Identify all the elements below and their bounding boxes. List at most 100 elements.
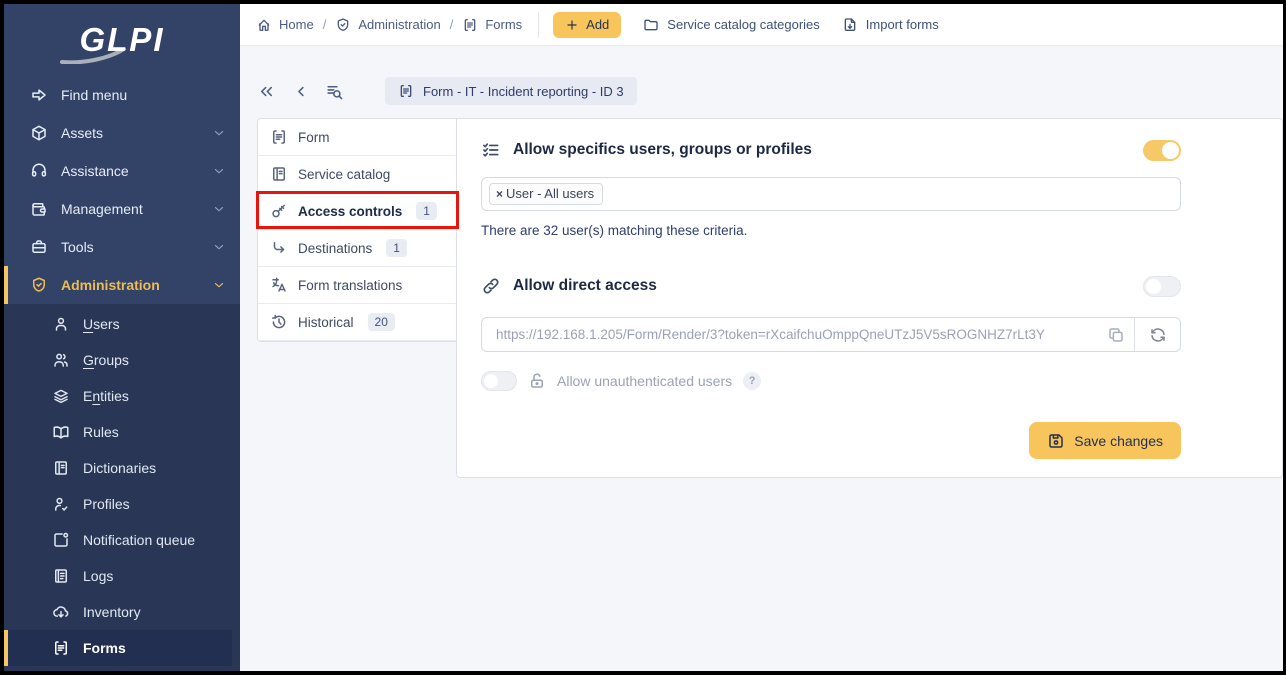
sidebar-item-users[interactable]: Users — [4, 306, 240, 342]
sidebar-item-groups[interactable]: Groups — [4, 342, 240, 378]
save-changes-button[interactable]: Save changes — [1029, 422, 1181, 459]
breadcrumb-label: Forms — [485, 17, 522, 32]
sidebar-item-label: Administration — [61, 277, 160, 293]
remove-tag-icon[interactable]: × — [496, 187, 503, 201]
object-toolbar: Form - IT - Incident reporting - ID 3 — [257, 77, 1283, 105]
breadcrumb-home[interactable]: Home — [256, 17, 314, 33]
service-catalog-categories-button[interactable]: Service catalog categories — [643, 17, 819, 33]
allow-specific-toggle[interactable] — [1143, 140, 1181, 161]
add-button[interactable]: Add — [553, 12, 621, 38]
box-icon — [30, 124, 48, 142]
sidebar-item-label: Find menu — [61, 87, 127, 103]
sidebar: GLPI Find menu Assets Assistance Managem… — [4, 4, 240, 671]
direct-access-toggle[interactable] — [1143, 276, 1181, 297]
previous-item-button[interactable] — [291, 82, 310, 101]
help-icon[interactable]: ? — [743, 372, 761, 390]
allow-unauthenticated-label: Allow unauthenticated users — [557, 373, 732, 389]
object-title-pill: Form - IT - Incident reporting - ID 3 — [385, 77, 637, 105]
sidebar-item-label: Forms — [83, 640, 126, 656]
tab-form[interactable]: Form — [258, 119, 456, 156]
sidebar-item-tools[interactable]: Tools — [4, 228, 240, 266]
book-icon — [52, 423, 70, 441]
layers-icon — [52, 387, 70, 405]
history-icon — [270, 313, 288, 331]
breadcrumb-label: Home — [279, 17, 314, 32]
direct-access-section-header: Allow direct access — [481, 275, 1181, 297]
breadcrumb-separator: / — [450, 17, 454, 32]
folder-icon — [643, 17, 659, 33]
arrow-big-right-icon — [30, 86, 48, 104]
regenerate-token-button[interactable] — [1134, 318, 1180, 351]
home-icon — [256, 17, 272, 33]
key-icon — [270, 202, 288, 220]
sidebar-item-label: Logs — [83, 568, 113, 584]
sidebar-item-administration[interactable]: Administration — [4, 266, 240, 304]
sidebar-item-label: Assets — [61, 125, 103, 141]
list-check-icon — [481, 140, 501, 160]
breadcrumb-forms[interactable]: Forms — [462, 17, 522, 33]
allowed-users-input[interactable]: × User - All users — [481, 177, 1181, 211]
glpi-logo[interactable]: GLPI — [4, 4, 240, 76]
chevron-down-icon — [212, 278, 226, 292]
add-button-label: Add — [586, 17, 609, 32]
list-search-icon — [325, 82, 344, 101]
breadcrumb-label: Administration — [358, 17, 440, 32]
tab-historical[interactable]: Historical 20 — [258, 304, 456, 341]
user-icon — [52, 315, 70, 333]
tab-service-catalog[interactable]: Service catalog — [258, 156, 456, 193]
link-icon — [481, 276, 501, 296]
sidebar-item-management[interactable]: Management — [4, 190, 240, 228]
sidebar-item-rules[interactable]: Rules — [4, 414, 240, 450]
tab-layout: Form Service catalog Access controls 1 D… — [257, 118, 1283, 478]
shield-icon — [335, 17, 351, 33]
unauthenticated-row: Allow unauthenticated users ? — [481, 370, 1181, 392]
sidebar-item-label: Profiles — [83, 496, 130, 512]
tab-content: Allow specifics users, groups or profile… — [456, 118, 1283, 478]
tab-access-controls[interactable]: Access controls 1 — [258, 193, 456, 230]
sidebar-item-entities[interactable]: Entities — [4, 378, 240, 414]
sidebar-item-label: Dictionaries — [83, 460, 156, 476]
tag-label: User - All users — [506, 186, 594, 201]
import-forms-label: Import forms — [866, 17, 939, 32]
breadcrumb-administration[interactable]: Administration — [335, 17, 440, 33]
tab-form-translations[interactable]: Form translations — [258, 267, 456, 304]
notification-icon — [52, 531, 70, 549]
refresh-icon — [1149, 326, 1167, 344]
file-import-icon — [842, 17, 858, 33]
allow-unauthenticated-toggle[interactable] — [481, 371, 517, 391]
shield-icon — [30, 276, 48, 294]
tab-badge: 20 — [368, 313, 395, 331]
section-title: Allow direct access — [513, 277, 657, 295]
allow-specific-section-header: Allow specifics users, groups or profile… — [481, 139, 1181, 161]
sidebar-item-label: Entities — [83, 388, 129, 404]
import-forms-button[interactable]: Import forms — [842, 17, 939, 33]
chevron-left-icon — [291, 82, 310, 101]
sidebar-item-notification-queue[interactable]: Notification queue — [4, 522, 240, 558]
list-search-button[interactable] — [325, 82, 344, 101]
main-area: Home / Administration / Forms Add — [240, 4, 1283, 671]
breadcrumb: Home / Administration / Forms — [256, 17, 522, 33]
arrow-ramp-icon — [270, 239, 288, 257]
copy-icon — [1107, 326, 1125, 344]
tab-destinations[interactable]: Destinations 1 — [258, 230, 456, 267]
access-controls-form: Allow specifics users, groups or profile… — [481, 139, 1181, 459]
app-window: GLPI Find menu Assets Assistance Managem… — [4, 4, 1283, 671]
sidebar-item-logs[interactable]: Logs — [4, 558, 240, 594]
sidebar-item-assets[interactable]: Assets — [4, 114, 240, 152]
sidebar-item-profiles[interactable]: Profiles — [4, 486, 240, 522]
chevrons-left-icon — [257, 82, 276, 101]
sidebar-item-assistance[interactable]: Assistance — [4, 152, 240, 190]
tab-label: Destinations — [298, 241, 372, 256]
language-icon — [270, 276, 288, 294]
headset-icon — [30, 162, 48, 180]
form-icon — [398, 83, 414, 99]
matching-users-text: There are 32 user(s) matching these crit… — [481, 223, 1181, 241]
sidebar-item-label: Assistance — [61, 163, 129, 179]
sidebar-item-find-menu[interactable]: Find menu — [4, 76, 240, 114]
sidebar-item-dictionaries[interactable]: Dictionaries — [4, 450, 240, 486]
collapse-all-button[interactable] — [257, 82, 276, 101]
sidebar-item-inventory[interactable]: Inventory — [4, 594, 240, 630]
sidebar-item-forms[interactable]: Forms — [4, 630, 232, 666]
copy-url-button[interactable] — [1098, 318, 1134, 351]
logs-icon — [52, 567, 70, 585]
